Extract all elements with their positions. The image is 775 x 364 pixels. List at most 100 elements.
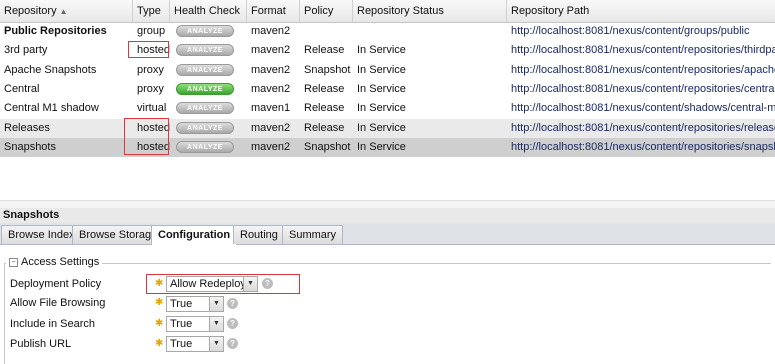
table-row[interactable]: 3rd party hosted ANALYZE maven2 Release In Se… — [0, 41, 775, 60]
cell-repository: Central — [4, 82, 40, 95]
repository-grid: Repository ▲ Type Health Check Format Pol… — [0, 0, 775, 157]
deployment-policy-select[interactable]: Allow Redeploy ▼ — [166, 276, 258, 292]
required-icon: ✱ — [155, 338, 164, 349]
analyze-button[interactable]: ANALYZE — [176, 44, 234, 57]
collapse-icon[interactable]: − — [9, 257, 18, 267]
help-icon[interactable]: ? — [227, 338, 238, 349]
cell-health-check: ANALYZE — [170, 80, 247, 99]
include-in-search-select[interactable]: True ▼ — [166, 316, 224, 332]
deployment-policy-label: Deployment Policy — [10, 278, 102, 290]
col-header-type[interactable]: Type — [133, 0, 170, 22]
cell-repository: Public Repositories — [4, 25, 107, 37]
grid-header: Repository ▲ Type Health Check Format Pol… — [0, 0, 775, 23]
cell-policy: Release — [304, 44, 345, 57]
legend-label: Access Settings — [21, 256, 100, 268]
cell-policy — [300, 22, 353, 41]
cell-repository: Central M1 shadow — [4, 102, 99, 115]
cell-status: In Service — [357, 121, 406, 134]
cell-path: http://localhost:8081/nexus/content/repo… — [511, 121, 775, 134]
analyze-button[interactable]: ANALYZE — [176, 140, 234, 153]
col-header-policy[interactable]: Policy — [300, 0, 353, 22]
cell-path: http://localhost:8081/nexus/content/repo… — [511, 82, 775, 95]
cell-type: hosted — [137, 140, 170, 153]
col-header-format[interactable]: Format — [247, 0, 300, 22]
include-in-search-label: Include in Search — [10, 318, 95, 330]
col-header-status[interactable]: Repository Status — [353, 0, 507, 22]
cell-status: In Service — [357, 102, 406, 115]
cell-format: maven2 — [251, 82, 291, 95]
cell-type: group — [137, 25, 166, 37]
cell-format: maven2 — [251, 140, 291, 153]
required-icon: ✱ — [155, 278, 164, 289]
allow-file-browsing-label: Allow File Browsing — [10, 297, 106, 309]
cell-health-check: ANALYZE — [170, 22, 247, 41]
cell-health-check: ANALYZE — [170, 61, 247, 80]
cell-path: http://localhost:8081/nexus/content/repo… — [511, 44, 775, 57]
tab-browse-index[interactable]: Browse Index — [1, 225, 82, 244]
cell-path: http://localhost:8081/nexus/content/repo… — [511, 140, 775, 153]
publish-url-value: True — [170, 338, 193, 350]
analyze-button[interactable]: ANALYZE — [176, 121, 234, 134]
cell-policy: Snapshot — [304, 140, 351, 153]
tab-bar: Browse Index Browse Storage Configuratio… — [0, 223, 775, 245]
chevron-down-icon[interactable]: ▼ — [209, 297, 223, 311]
col-header-repository[interactable]: Repository ▲ — [0, 0, 133, 22]
cell-type: proxy — [137, 82, 164, 95]
include-in-search-value: True — [170, 318, 193, 330]
tab-configuration[interactable]: Configuration — [151, 225, 238, 245]
cell-format: maven2 — [251, 63, 291, 76]
cell-path: http://localhost:8081/nexus/content/repo… — [511, 63, 775, 76]
col-header-repository-label: Repository — [4, 5, 57, 17]
cell-type: hosted — [137, 121, 170, 134]
publish-url-select[interactable]: True ▼ — [166, 336, 224, 352]
help-icon[interactable]: ? — [227, 318, 238, 329]
cell-type: hosted — [137, 44, 170, 57]
tab-summary[interactable]: Summary — [282, 225, 344, 244]
cell-status: In Service — [357, 82, 406, 95]
cell-policy: Release — [304, 102, 345, 115]
col-header-path[interactable]: Repository Path — [507, 0, 775, 22]
cell-repository: Snapshots — [4, 140, 56, 153]
cell-health-check: ANALYZE — [170, 99, 247, 118]
table-row[interactable]: Snapshots hosted ANALYZE maven2 Snapshot In S… — [0, 137, 775, 157]
table-row[interactable]: Central M1 shadow virtual ANALYZE maven1 Rel… — [0, 99, 775, 118]
table-row[interactable]: Central proxy ANALYZE maven2 Release In Servi… — [0, 80, 775, 99]
access-settings-legend[interactable]: − Access Settings — [6, 256, 103, 268]
cell-path: http://localhost:8081/nexus/content/shad… — [511, 102, 775, 115]
chevron-down-icon[interactable]: ▼ — [209, 337, 223, 351]
cell-status: In Service — [357, 140, 406, 153]
chevron-down-icon[interactable]: ▼ — [209, 317, 223, 331]
publish-url-label: Publish URL — [10, 338, 72, 350]
deployment-policy-value: Allow Redeploy — [170, 278, 246, 290]
cell-type: proxy — [137, 63, 164, 76]
table-row[interactable]: Releases hosted ANALYZE maven2 Release In Ser… — [0, 118, 775, 138]
analyze-button[interactable]: ANALYZE — [176, 82, 234, 95]
sort-asc-icon: ▲ — [59, 7, 68, 16]
cell-type: virtual — [137, 102, 167, 115]
panel-title: Snapshots — [0, 208, 775, 223]
col-header-health-check[interactable]: Health Check — [170, 0, 247, 22]
cell-policy: Release — [304, 121, 345, 134]
analyze-button[interactable]: ANALYZE — [176, 25, 234, 37]
help-icon[interactable]: ? — [227, 298, 238, 309]
cell-policy: Release — [304, 82, 345, 95]
configuration-form: − Access Settings Deployment Policy ✱ All… — [0, 245, 775, 364]
allow-file-browsing-select[interactable]: True ▼ — [166, 296, 224, 312]
help-icon[interactable]: ? — [262, 278, 273, 289]
cell-policy: Snapshot — [304, 63, 351, 76]
chevron-down-icon[interactable]: ▼ — [243, 277, 257, 291]
table-row[interactable]: Apache Snapshots proxy ANALYZE maven2 Snapsh… — [0, 61, 775, 80]
required-icon: ✱ — [155, 318, 164, 329]
cell-path: http://localhost:8081/nexus/content/grou… — [511, 25, 750, 37]
cell-format: maven2 — [251, 25, 291, 37]
analyze-button[interactable]: ANALYZE — [176, 63, 234, 76]
cell-health-check: ANALYZE — [170, 138, 247, 157]
tab-routing[interactable]: Routing — [233, 225, 285, 244]
table-row[interactable]: Public Repositories group ANALYZE maven2 htt… — [0, 22, 775, 41]
analyze-button[interactable]: ANALYZE — [176, 102, 234, 115]
required-icon: ✱ — [155, 297, 164, 308]
cell-repository: Releases — [4, 121, 50, 134]
cell-format: maven1 — [251, 102, 291, 115]
cell-status: In Service — [357, 63, 406, 76]
fieldset-border — [4, 263, 771, 364]
